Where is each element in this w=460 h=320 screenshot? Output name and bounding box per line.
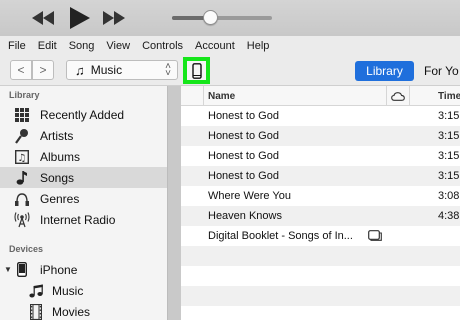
cloud-icon [391,91,405,101]
sidebar-scrollbar[interactable] [167,86,181,320]
table-row[interactable]: Honest to God 3:15 [181,106,460,126]
album-icon: ♫ [14,149,30,165]
tab-for-you[interactable]: For Yo [424,61,459,81]
up-down-chevron-icon: ˄ ˅ [165,61,171,79]
song-time: 3:15 [438,130,460,142]
volume-slider[interactable] [172,16,272,20]
table-row-empty [181,246,460,266]
sidebar-item-artists[interactable]: Artists [0,125,167,146]
player-bar [0,0,460,36]
library-section-header: Library [9,90,40,100]
volume-knob[interactable] [202,10,218,25]
film-icon [28,303,44,320]
menu-controls[interactable]: Controls [142,40,183,52]
genres-icon [14,191,30,207]
song-time: 3:08 [438,190,460,202]
iphone-icon [191,62,202,79]
iphone-device-button[interactable] [183,57,210,84]
song-name: Honest to God [208,110,279,122]
song-table: Name Time Honest to God 3:15 Honest to G… [181,86,460,320]
sidebar-item-label: Recently Added [40,107,125,122]
menu-song[interactable]: Song [69,40,95,52]
table-row-empty [181,286,460,306]
sidebar-item-label: Music [52,283,84,298]
disclosure-triangle-icon[interactable]: ▼ [4,265,12,274]
menu-file[interactable]: File [8,40,26,52]
sidebar-item-internet-radio[interactable]: Internet Radio [0,209,167,230]
sidebar-item-genres[interactable]: Genres [0,188,167,209]
sidebar-item-label: Songs [40,170,75,185]
song-name: Honest to God [208,130,279,142]
song-name: Digital Booklet - Songs of In... [208,230,353,242]
antenna-icon [14,211,30,228]
sidebar-item-label: Movies [52,304,91,319]
menu-bar: File Edit Song View Controls Account Hel… [0,36,460,56]
table-row[interactable]: Honest to God 3:15 [181,166,460,186]
svg-text:♫: ♫ [18,153,27,164]
music-note-icon [28,283,44,299]
song-time: 3:15 [438,150,460,162]
column-divider [203,86,204,106]
sidebar: Library Recently Added Artists ♫ Albums … [0,86,167,320]
menu-account[interactable]: Account [195,40,235,52]
fast-forward-icon [103,11,125,25]
sidebar-item-label: Artists [40,128,74,143]
table-row[interactable]: Honest to God 3:15 [181,126,460,146]
menu-help[interactable]: Help [247,40,270,52]
booklet-icon [368,230,382,244]
sidebar-item-label: iPhone [40,262,78,277]
table-row[interactable]: Heaven Knows 4:38 [181,206,460,226]
back-button[interactable]: < [10,60,32,80]
column-header-time[interactable]: Time [438,91,460,102]
forward-button[interactable]: > [32,60,54,80]
microphone-icon [14,128,30,144]
table-row-empty [181,306,460,320]
song-time: 3:15 [438,170,460,182]
sidebar-item-albums[interactable]: ♫ Albums [0,146,167,167]
media-type-select[interactable]: ♫ Music ˄ ˅ [66,60,178,80]
song-name: Where Were You [208,190,291,202]
song-time: 3:15 [438,110,460,122]
song-name: Heaven Knows [208,210,282,222]
media-type-label: Music [90,63,123,77]
table-header: Name Time [181,86,460,106]
table-row[interactable]: Digital Booklet - Songs of In... [181,226,460,246]
column-header-cloud[interactable] [386,86,410,106]
iphone-icon [14,262,30,278]
table-row[interactable]: Where Were You 3:08 [181,186,460,206]
devices-section-header: Devices [9,244,44,254]
grid-icon [14,107,30,123]
play-icon [70,7,90,29]
sidebar-item-iphone-music[interactable]: Music [0,280,167,301]
song-name: Honest to God [208,150,279,162]
toolbar: < > ♫ Music ˄ ˅ Library For Yo [0,56,460,86]
menu-view[interactable]: View [106,40,130,52]
fast-forward-button[interactable] [103,8,125,28]
sidebar-item-label: Albums [40,149,81,164]
song-name: Honest to God [208,170,279,182]
table-row-empty [181,266,460,286]
column-header-name[interactable]: Name [208,91,235,102]
sidebar-item-recently-added[interactable]: Recently Added [0,104,167,125]
rewind-button[interactable] [32,8,54,28]
song-time: 4:38 [438,210,460,222]
tab-library[interactable]: Library [355,61,414,81]
sidebar-item-iphone-movies[interactable]: Movies [0,301,167,320]
table-row[interactable]: Honest to God 3:15 [181,146,460,166]
sidebar-item-label: Internet Radio [40,212,116,227]
music-note-icon: ♫ [75,62,85,78]
sidebar-item-label: Genres [40,191,80,206]
music-note-icon [14,170,30,186]
rewind-icon [32,11,54,25]
sidebar-item-songs[interactable]: Songs [0,167,167,188]
play-button[interactable] [70,7,90,29]
sidebar-item-iphone[interactable]: ▼ iPhone [0,259,167,280]
menu-edit[interactable]: Edit [38,40,57,52]
